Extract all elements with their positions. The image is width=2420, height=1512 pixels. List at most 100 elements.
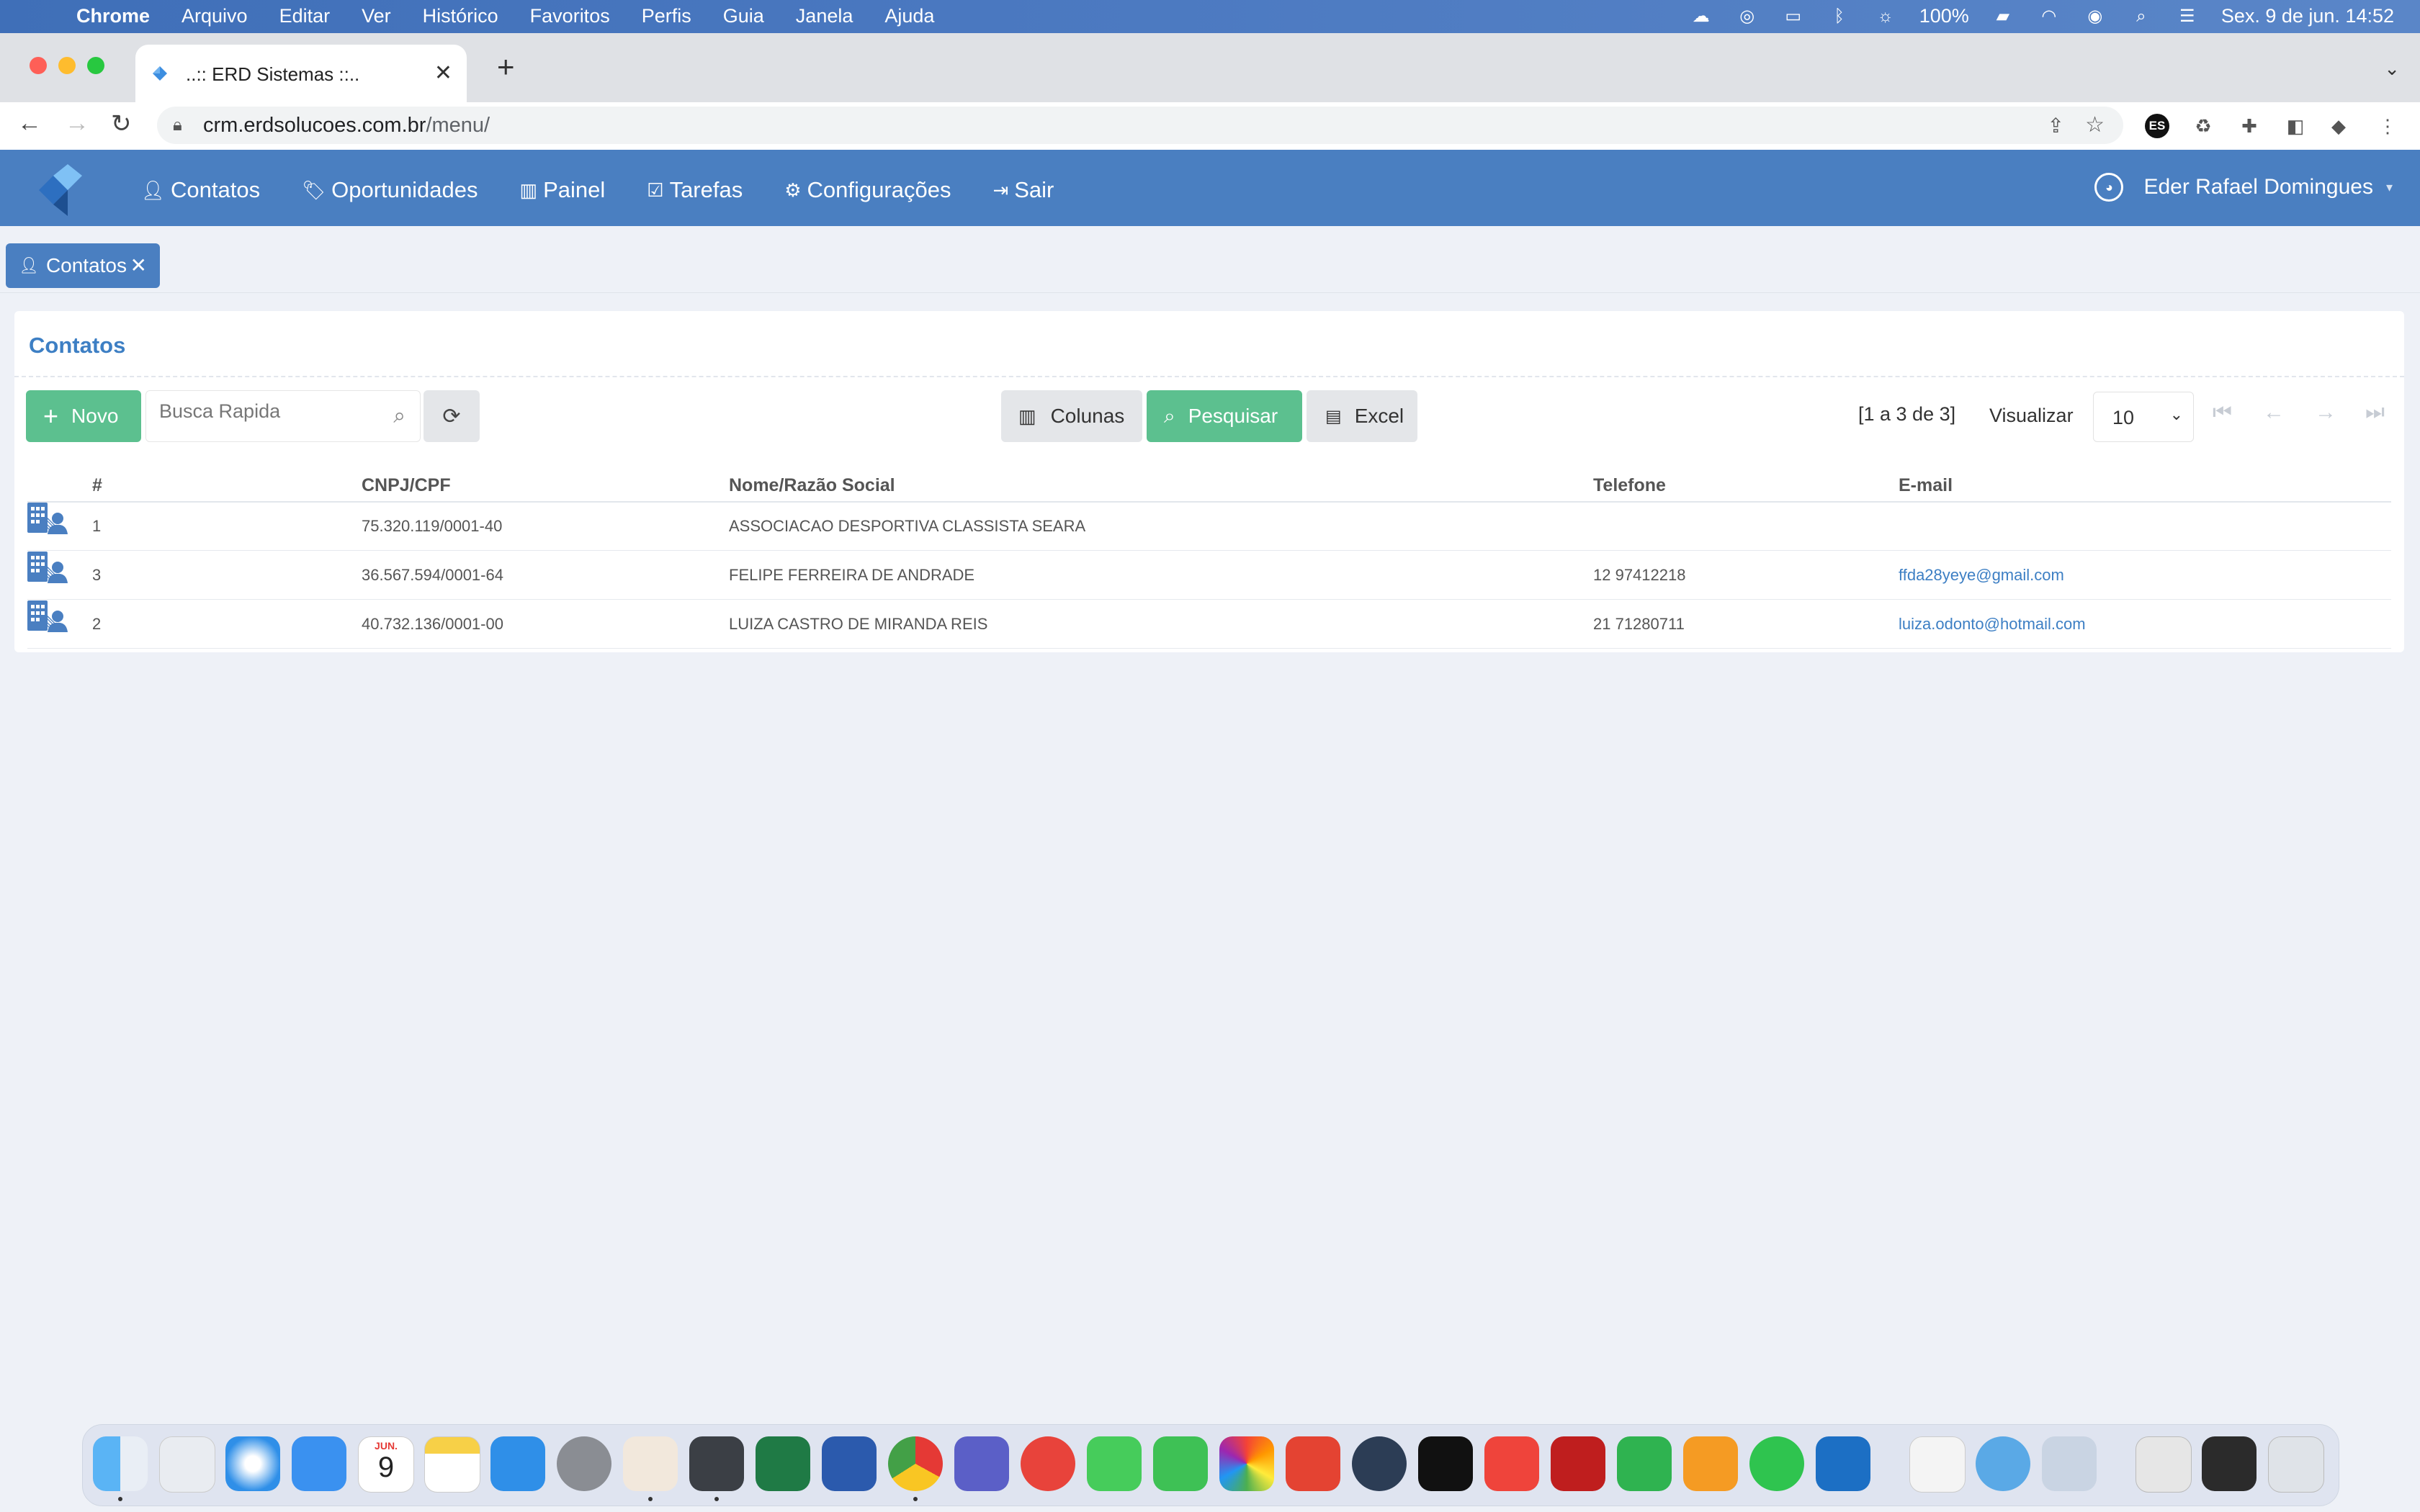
tab-close-icon[interactable]: ✕ bbox=[130, 253, 147, 277]
nav-tarefas[interactable]: ☑ Tarefas bbox=[647, 177, 743, 203]
col-cnpj[interactable]: CNPJ/CPF bbox=[362, 475, 451, 496]
search-button[interactable]: ⌕ Pesquisar bbox=[1147, 390, 1302, 442]
address-bar[interactable]: 🔒︎ crm.erdsolucoes.com.br/menu/ ⇪ ☆ bbox=[157, 107, 2123, 144]
brightness-icon[interactable]: ☼ bbox=[1873, 6, 1898, 27]
col-nome[interactable]: Nome/Razão Social bbox=[729, 475, 895, 496]
dock-todoist-icon[interactable] bbox=[1286, 1436, 1340, 1491]
dock-quicktime-icon[interactable] bbox=[1352, 1436, 1407, 1491]
bookmark-star-icon[interactable]: ☆ bbox=[2085, 112, 2105, 138]
columns-button[interactable]: ▥ Colunas bbox=[1001, 390, 1142, 442]
screen-mirror-icon[interactable]: ▭ bbox=[1781, 6, 1806, 27]
control-center-icon[interactable]: ☰ bbox=[2175, 6, 2200, 27]
edit-icon[interactable]: ✎ bbox=[40, 562, 60, 589]
browser-menu-icon[interactable]: ⋮ bbox=[2374, 112, 2401, 140]
dock-sap-icon[interactable] bbox=[1816, 1436, 1870, 1491]
tab-search-chevron-icon[interactable]: ⌄ bbox=[2384, 58, 2400, 80]
dock-anydesk-red-icon[interactable] bbox=[1484, 1436, 1539, 1491]
window-minimize-button[interactable] bbox=[58, 57, 76, 74]
page-size-select[interactable]: 10 ⌄ bbox=[2093, 392, 2194, 442]
dock-chrome-icon[interactable] bbox=[888, 1436, 943, 1491]
row-email-link[interactable]: ffda28yeye@gmail.com bbox=[1899, 566, 2064, 584]
refresh-button[interactable]: ⟳ bbox=[424, 390, 480, 442]
menu-ajuda[interactable]: Ajuda bbox=[884, 5, 934, 27]
user-menu[interactable]: ◕ Eder Rafael Domingues ▾ bbox=[2094, 173, 2393, 202]
spotlight-icon[interactable]: ⌕ bbox=[2129, 6, 2154, 27]
window-close-button[interactable] bbox=[30, 57, 47, 74]
dock-pages-icon[interactable] bbox=[1683, 1436, 1738, 1491]
erd-logo-icon[interactable] bbox=[33, 163, 88, 217]
dock-mail-icon[interactable] bbox=[292, 1436, 346, 1491]
dock-terminal-icon[interactable] bbox=[2202, 1436, 2257, 1491]
col-email[interactable]: E-mail bbox=[1899, 475, 1953, 496]
nav-contatos[interactable]: 👤︎ Contatos bbox=[141, 177, 260, 203]
dock-teams-icon[interactable] bbox=[954, 1436, 1009, 1491]
last-page-icon[interactable]: ⏭ bbox=[2365, 400, 2385, 425]
dock-preview-icon[interactable] bbox=[2042, 1436, 2097, 1491]
edit-icon[interactable]: ✎ bbox=[40, 611, 60, 638]
nav-painel[interactable]: ▥ Painel bbox=[519, 177, 605, 203]
dock-textedit-icon[interactable] bbox=[1909, 1436, 1966, 1493]
dock-launchpad-icon[interactable] bbox=[159, 1436, 215, 1493]
search-input[interactable] bbox=[158, 400, 369, 423]
nav-sair[interactable]: ⇥ Sair bbox=[992, 177, 1054, 203]
excel-button[interactable]: ▤ Excel bbox=[1307, 390, 1417, 442]
dock-trash-icon[interactable] bbox=[2268, 1436, 2324, 1493]
share-icon[interactable]: ⇪ bbox=[2048, 114, 2064, 138]
dock-calendar-icon[interactable]: JUN. 9 bbox=[358, 1436, 414, 1493]
menu-arquivo[interactable]: Arquivo bbox=[182, 5, 248, 27]
dock-migration-icon[interactable] bbox=[1976, 1436, 2030, 1491]
tab-close-icon[interactable]: ✕ bbox=[434, 60, 452, 86]
menu-historico[interactable]: Histórico bbox=[423, 5, 498, 27]
dock-word-icon[interactable] bbox=[822, 1436, 877, 1491]
forward-arrow-icon[interactable]: → bbox=[65, 109, 89, 138]
extensions-puzzle-icon[interactable]: ✚ bbox=[2236, 112, 2263, 140]
menu-favoritos[interactable]: Favoritos bbox=[530, 5, 610, 27]
extension-recycle-icon[interactable]: ♻ bbox=[2190, 112, 2217, 140]
dock-notes-icon[interactable] bbox=[424, 1436, 480, 1493]
address-url[interactable]: crm.erdsolucoes.com.br/menu/ bbox=[203, 114, 490, 138]
menu-guia[interactable]: Guia bbox=[723, 5, 764, 27]
battery-icon[interactable]: ▰ bbox=[1991, 6, 2015, 27]
new-button[interactable]: + Novo bbox=[26, 390, 141, 442]
row-email-link[interactable]: luiza.odonto@hotmail.com bbox=[1899, 615, 2086, 633]
menu-editar[interactable]: Editar bbox=[279, 5, 331, 27]
prev-page-icon[interactable]: ← bbox=[2263, 400, 2285, 425]
dock-safari-icon[interactable] bbox=[225, 1436, 280, 1491]
dock-excel-icon[interactable] bbox=[756, 1436, 810, 1491]
extension-erd-icon[interactable]: ◆ bbox=[2325, 112, 2352, 140]
new-tab-button[interactable]: + bbox=[497, 52, 515, 82]
window-zoom-button[interactable] bbox=[87, 57, 104, 74]
extension-es-icon[interactable]: ES bbox=[2145, 114, 2169, 138]
lock-icon[interactable]: 🔒︎ bbox=[173, 115, 182, 135]
dock-archive-icon[interactable] bbox=[2136, 1436, 2192, 1493]
dock-filezilla-icon[interactable] bbox=[1551, 1436, 1605, 1491]
dock-facetime-icon[interactable] bbox=[1153, 1436, 1208, 1491]
first-page-icon[interactable]: ⏮ bbox=[2213, 400, 2232, 425]
wifi-icon[interactable]: ◠ bbox=[2037, 6, 2061, 27]
next-page-icon[interactable]: → bbox=[2315, 400, 2336, 425]
user-icon[interactable]: ◉ bbox=[2083, 6, 2107, 27]
menu-ver[interactable]: Ver bbox=[362, 5, 391, 27]
dock-anydesk-icon[interactable] bbox=[1021, 1436, 1075, 1491]
back-arrow-icon[interactable]: ← bbox=[17, 109, 42, 138]
bluetooth-icon[interactable]: ᛒ bbox=[1827, 6, 1852, 27]
tab-contatos[interactable]: 👤︎ Contatos ✕ bbox=[6, 243, 160, 288]
menu-perfis[interactable]: Perfis bbox=[642, 5, 691, 27]
col-id[interactable]: # bbox=[92, 475, 102, 496]
menu-app-name[interactable]: Chrome bbox=[76, 5, 150, 27]
edit-icon[interactable]: ✎ bbox=[40, 513, 60, 540]
reload-icon[interactable]: ↻ bbox=[111, 109, 132, 138]
search-icon[interactable]: ⌕ bbox=[393, 404, 405, 428]
table-row[interactable]: ✎ 3 36.567.594/0001-64 FELIPE FERREIRA D… bbox=[27, 550, 2391, 600]
dock-apple-tv-icon[interactable] bbox=[1418, 1436, 1473, 1491]
col-telefone[interactable]: Telefone bbox=[1593, 475, 1666, 496]
dock-app-store-icon[interactable] bbox=[490, 1436, 545, 1491]
dock-system-settings-icon[interactable] bbox=[557, 1436, 611, 1491]
side-panel-icon[interactable]: ◧ bbox=[2282, 112, 2309, 140]
nav-oportunidades[interactable]: 🏷︎ Oportunidades bbox=[302, 177, 478, 203]
table-row[interactable]: ✎ 2 40.732.136/0001-00 LUIZA CASTRO DE M… bbox=[27, 599, 2391, 649]
browser-tab-active[interactable]: ..:: ERD Sistemas ::.. ✕ bbox=[135, 45, 467, 102]
dock-sublime-icon[interactable] bbox=[689, 1436, 744, 1491]
menubar-datetime[interactable]: Sex. 9 de jun. 14:52 bbox=[2221, 5, 2394, 27]
dock-bear-icon[interactable] bbox=[623, 1436, 678, 1491]
